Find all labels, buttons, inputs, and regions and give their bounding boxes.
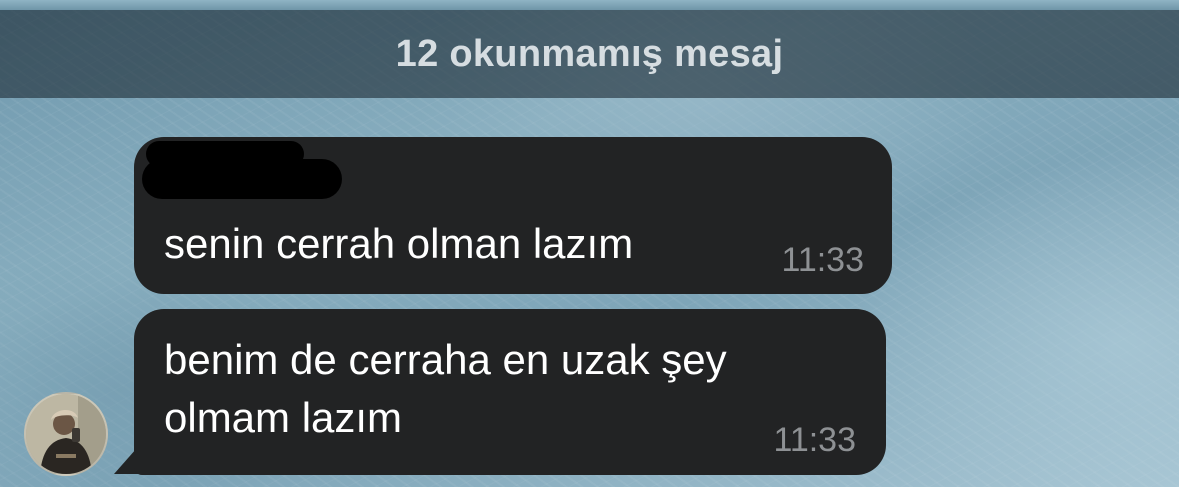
message-bubble[interactable]: senin cerrah olman lazım 11:33 xyxy=(134,137,892,294)
unread-messages-banner: 12 okunmamış mesaj xyxy=(0,10,1179,98)
avatar-photo-icon xyxy=(26,394,106,474)
top-strip xyxy=(0,0,1179,10)
message-time: 11:33 xyxy=(781,241,864,279)
unread-count-label: 12 okunmamış mesaj xyxy=(395,32,784,75)
message-text: benim de cerraha en uzak şey olmam lazım xyxy=(164,336,727,441)
redacted-sender-name-block xyxy=(142,159,342,199)
message-bubble[interactable]: benim de cerraha en uzak şey olmam lazım… xyxy=(134,309,886,475)
sender-avatar[interactable] xyxy=(24,392,108,476)
message-text: senin cerrah olman lazım xyxy=(164,220,634,267)
message-time: 11:33 xyxy=(773,421,856,459)
